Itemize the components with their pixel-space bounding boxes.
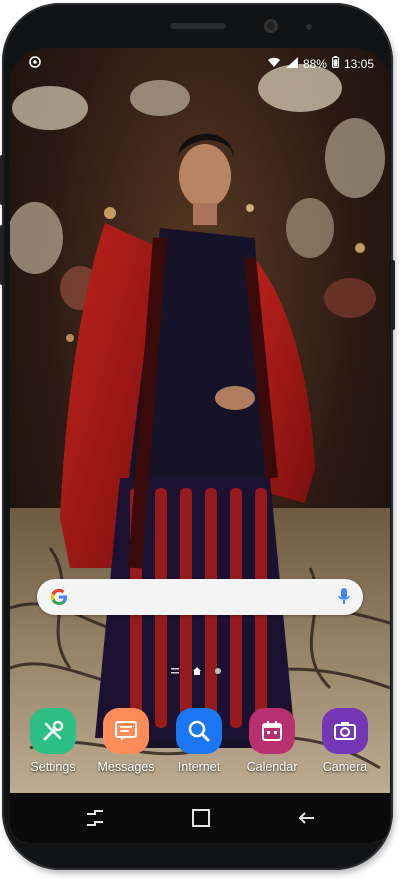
- menu-page-icon: [171, 668, 179, 674]
- earpiece: [170, 23, 226, 29]
- status-bar: 88% 13:05: [10, 54, 390, 74]
- battery-icon: [331, 56, 339, 71]
- app-messages[interactable]: Messages: [89, 708, 163, 774]
- microphone-icon[interactable]: [337, 587, 351, 612]
- sync-icon: [28, 55, 42, 72]
- home-screen: 88% 13:05 Settings Messages Internet Cal…: [10, 48, 390, 843]
- battery-percent: 88%: [302, 56, 327, 71]
- navigation-bar: [10, 793, 390, 843]
- signal-icon: [285, 56, 298, 71]
- page-dot-icon: [215, 668, 221, 674]
- internet-icon[interactable]: [176, 708, 222, 754]
- recent-apps-icon[interactable]: [82, 805, 108, 831]
- google-search-bar[interactable]: [37, 579, 363, 615]
- proximity-sensor: [306, 24, 312, 30]
- app-label: Settings: [30, 760, 76, 774]
- calendar-icon[interactable]: [249, 708, 295, 754]
- clock: 13:05: [343, 56, 374, 71]
- app-calendar[interactable]: Calendar: [235, 708, 309, 774]
- home-page-icon: [193, 667, 201, 675]
- app-label: Calendar: [246, 760, 298, 774]
- wifi-icon: [267, 57, 281, 71]
- messages-icon[interactable]: [103, 708, 149, 754]
- app-settings[interactable]: Settings: [16, 708, 90, 774]
- app-label: Messages: [97, 760, 155, 774]
- app-camera[interactable]: Camera: [308, 708, 382, 774]
- home-button[interactable]: [188, 805, 214, 831]
- phone-frame: 88% 13:05 Settings Messages Internet Cal…: [2, 3, 393, 870]
- back-icon[interactable]: [294, 805, 320, 831]
- bixby-button: [0, 155, 4, 205]
- app-label: Internet: [177, 760, 221, 774]
- power-button: [391, 260, 395, 330]
- camera-icon[interactable]: [322, 708, 368, 754]
- volume-button: [0, 225, 4, 285]
- google-logo-icon: [49, 587, 69, 612]
- front-camera: [264, 19, 278, 33]
- page-indicator: [170, 666, 222, 676]
- app-internet[interactable]: Internet: [162, 708, 236, 774]
- settings-icon[interactable]: [30, 708, 76, 754]
- app-label: Camera: [322, 760, 368, 774]
